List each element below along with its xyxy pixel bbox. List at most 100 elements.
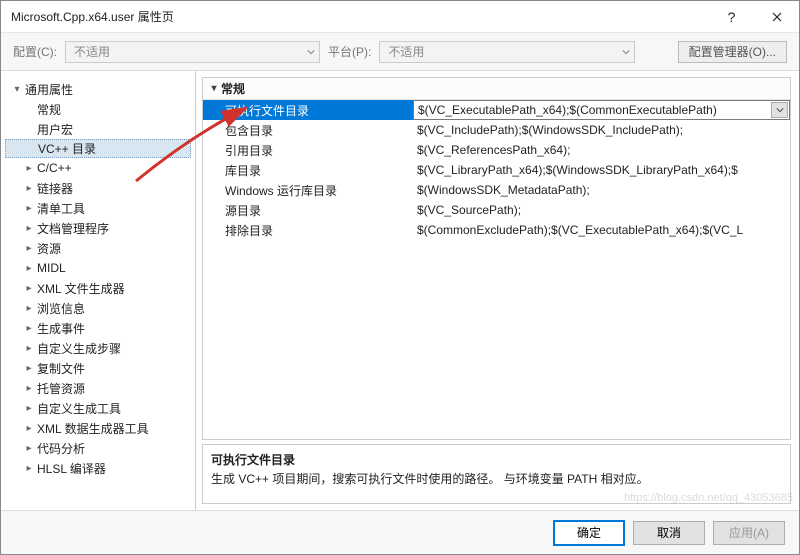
caret-right-icon: ▸: [23, 303, 35, 314]
close-icon: [772, 12, 782, 22]
caret-right-icon: ▸: [23, 343, 35, 354]
tree-item[interactable]: ▸浏览信息: [5, 298, 191, 318]
property-row[interactable]: Windows 运行库目录$(WindowsSDK_MetadataPath);: [203, 180, 790, 200]
tree-root[interactable]: ▾ 通用属性: [5, 79, 191, 99]
help-button[interactable]: ?: [709, 1, 754, 33]
tree-item[interactable]: ▸MIDL: [5, 258, 191, 278]
property-row[interactable]: 库目录$(VC_LibraryPath_x64);$(WindowsSDK_Li…: [203, 160, 790, 180]
tree-item-label: 复制文件: [35, 360, 85, 377]
property-value[interactable]: $(VC_ReferencesPath_x64);: [413, 140, 790, 160]
close-button[interactable]: [754, 1, 799, 33]
platform-label: 平台(P):: [328, 43, 371, 60]
caret-down-icon: ▾: [207, 83, 221, 94]
dialog-footer: 确定 取消 应用(A): [1, 510, 799, 554]
property-name: 源目录: [203, 200, 413, 220]
tree-item-label: XML 文件生成器: [35, 280, 125, 297]
caret-right-icon: ▸: [23, 263, 35, 274]
tree-item[interactable]: ▸链接器: [5, 178, 191, 198]
platform-combo[interactable]: 不适用: [379, 41, 635, 63]
tree-item[interactable]: ▸自定义生成工具: [5, 398, 191, 418]
tree-item[interactable]: ▸托管资源: [5, 378, 191, 398]
tree-item[interactable]: ▸资源: [5, 238, 191, 258]
caret-down-icon: ▾: [11, 84, 23, 95]
ok-button[interactable]: 确定: [553, 520, 625, 546]
property-row[interactable]: 源目录$(VC_SourcePath);: [203, 200, 790, 220]
property-name: Windows 运行库目录: [203, 180, 413, 200]
description-body: 生成 VC++ 项目期间，搜索可执行文件时使用的路径。 与环境变量 PATH 相…: [211, 470, 782, 487]
tree-item[interactable]: ▸复制文件: [5, 358, 191, 378]
property-value[interactable]: $(VC_LibraryPath_x64);$(WindowsSDK_Libra…: [413, 160, 790, 180]
property-grid: ▾ 常规 可执行文件目录$(VC_ExecutablePath_x64);$(C…: [202, 77, 791, 440]
tree-item[interactable]: ▸XML 数据生成器工具: [5, 418, 191, 438]
property-value[interactable]: $(CommonExcludePath);$(VC_ExecutablePath…: [413, 220, 790, 240]
tree-item-label: XML 数据生成器工具: [35, 420, 149, 437]
caret-right-icon: ▸: [23, 383, 35, 394]
tree-item[interactable]: 常规: [5, 99, 191, 119]
platform-value: 不适用: [388, 43, 424, 60]
caret-right-icon: ▸: [23, 183, 35, 194]
tree-item[interactable]: ▸文档管理程序: [5, 218, 191, 238]
tree-item[interactable]: VC++ 目录: [5, 139, 191, 158]
property-row[interactable]: 排除目录$(CommonExcludePath);$(VC_Executable…: [203, 220, 790, 240]
caret-right-icon: ▸: [23, 223, 35, 234]
config-value: 不适用: [74, 43, 110, 60]
cancel-button[interactable]: 取消: [633, 521, 705, 545]
tree-item-label: 自定义生成工具: [35, 400, 121, 417]
toolbar: 配置(C): 不适用 平台(P): 不适用 配置管理器(O)...: [1, 33, 799, 71]
chevron-down-icon: [307, 45, 315, 59]
caret-right-icon: ▸: [23, 423, 35, 434]
property-name: 可执行文件目录: [203, 100, 413, 120]
property-name: 排除目录: [203, 220, 413, 240]
main-panel: ▾ 常规 可执行文件目录$(VC_ExecutablePath_x64);$(C…: [196, 71, 799, 510]
tree-item[interactable]: ▸XML 文件生成器: [5, 278, 191, 298]
property-name: 包含目录: [203, 120, 413, 140]
property-value[interactable]: $(VC_SourcePath);: [413, 200, 790, 220]
body: ▾ 通用属性 常规用户宏VC++ 目录▸C/C++▸链接器▸清单工具▸文档管理程…: [1, 71, 799, 510]
caret-right-icon: ▸: [23, 463, 35, 474]
caret-right-icon: ▸: [23, 203, 35, 214]
property-row[interactable]: 可执行文件目录$(VC_ExecutablePath_x64);$(Common…: [203, 100, 790, 120]
tree-item-label: 常规: [35, 101, 61, 118]
description-title: 可执行文件目录: [211, 451, 782, 468]
tree-item-label: 资源: [35, 240, 61, 257]
tree-item-label: MIDL: [35, 261, 66, 275]
window-title: Microsoft.Cpp.x64.user 属性页: [11, 8, 709, 25]
property-row[interactable]: 包含目录$(VC_IncludePath);$(WindowsSDK_Inclu…: [203, 120, 790, 140]
tree-item-label: 文档管理程序: [35, 220, 109, 237]
property-value[interactable]: $(WindowsSDK_MetadataPath);: [413, 180, 790, 200]
tree-item[interactable]: 用户宏: [5, 119, 191, 139]
property-row[interactable]: 引用目录$(VC_ReferencesPath_x64);: [203, 140, 790, 160]
property-value[interactable]: $(VC_IncludePath);$(WindowsSDK_IncludePa…: [413, 120, 790, 140]
tree-item-label: VC++ 目录: [36, 140, 96, 157]
tree-item-label: 清单工具: [35, 200, 85, 217]
dropdown-button[interactable]: [771, 102, 788, 118]
property-name: 库目录: [203, 160, 413, 180]
caret-right-icon: ▸: [23, 403, 35, 414]
tree-item-label: 生成事件: [35, 320, 85, 337]
category-tree[interactable]: ▾ 通用属性 常规用户宏VC++ 目录▸C/C++▸链接器▸清单工具▸文档管理程…: [1, 71, 196, 510]
tree-item[interactable]: ▸C/C++: [5, 158, 191, 178]
tree-item[interactable]: ▸生成事件: [5, 318, 191, 338]
tree-item[interactable]: ▸清单工具: [5, 198, 191, 218]
property-name: 引用目录: [203, 140, 413, 160]
group-title: 常规: [221, 80, 245, 97]
config-manager-button[interactable]: 配置管理器(O)...: [678, 41, 787, 63]
config-label: 配置(C):: [13, 43, 57, 60]
tree-item[interactable]: ▸代码分析: [5, 438, 191, 458]
tree-item-label: 浏览信息: [35, 300, 85, 317]
tree-item[interactable]: ▸HLSL 编译器: [5, 458, 191, 478]
tree-item-label: HLSL 编译器: [35, 460, 106, 477]
property-page-window: Microsoft.Cpp.x64.user 属性页 ? 配置(C): 不适用 …: [0, 0, 800, 555]
tree-item-label: 代码分析: [35, 440, 85, 457]
caret-right-icon: ▸: [23, 323, 35, 334]
group-header[interactable]: ▾ 常规: [203, 78, 790, 100]
apply-button[interactable]: 应用(A): [713, 521, 785, 545]
chevron-down-icon: [622, 45, 630, 59]
tree-item[interactable]: ▸自定义生成步骤: [5, 338, 191, 358]
description-pane: 可执行文件目录 生成 VC++ 项目期间，搜索可执行文件时使用的路径。 与环境变…: [202, 444, 791, 504]
tree-item-label: 自定义生成步骤: [35, 340, 121, 357]
caret-right-icon: ▸: [23, 363, 35, 374]
property-value[interactable]: $(VC_ExecutablePath_x64);$(CommonExecuta…: [413, 100, 790, 120]
caret-right-icon: ▸: [23, 163, 35, 174]
config-combo[interactable]: 不适用: [65, 41, 320, 63]
